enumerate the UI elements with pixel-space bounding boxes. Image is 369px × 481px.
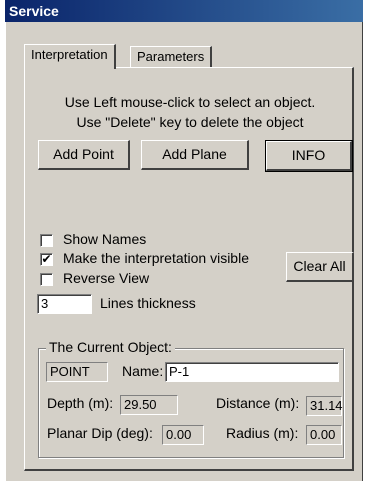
tab-parameters[interactable]: Parameters <box>130 46 213 67</box>
add-plane-button[interactable]: Add Plane <box>141 140 249 170</box>
radius-label: Radius (m): <box>226 425 299 441</box>
check-mark-icon: ✔ <box>41 252 52 266</box>
show-names-label: Show Names <box>63 231 147 247</box>
planar-dip-field: 0.00 <box>162 425 204 445</box>
reverse-view-checkbox[interactable] <box>40 273 53 286</box>
distance-field: 31.14 <box>306 396 343 416</box>
tab-interpretation[interactable]: Interpretation <box>24 44 116 69</box>
window-title: Service <box>5 0 363 22</box>
planar-dip-label: Planar Dip (deg): <box>47 425 153 441</box>
instruction-line-2: Use "Delete" key to delete the object <box>76 114 304 130</box>
depth-field: 29.50 <box>120 395 178 415</box>
show-names-checkbox[interactable] <box>40 234 53 247</box>
make-visible-label: Make the interpretation visible <box>63 250 249 266</box>
name-input[interactable]: P-1 <box>165 362 339 382</box>
lines-thickness-input[interactable]: 3 <box>37 294 92 314</box>
depth-label: Depth (m): <box>47 395 114 411</box>
radius-field: 0.00 <box>306 425 342 445</box>
object-type-field: POINT <box>46 362 108 382</box>
distance-label: Distance (m): <box>216 395 300 411</box>
clear-all-button[interactable]: Clear All <box>286 252 354 282</box>
make-visible-checkbox[interactable]: ✔ <box>40 253 53 266</box>
add-point-button[interactable]: Add Point <box>38 140 130 170</box>
name-label: Name: <box>122 363 164 379</box>
reverse-view-label: Reverse View <box>63 270 150 286</box>
instruction-line-1: Use Left mouse-click to select an object… <box>64 94 316 110</box>
info-button[interactable]: INFO <box>265 140 353 172</box>
lines-thickness-label: Lines thickness <box>100 295 196 311</box>
current-object-group-label: The Current Object: <box>46 339 175 355</box>
